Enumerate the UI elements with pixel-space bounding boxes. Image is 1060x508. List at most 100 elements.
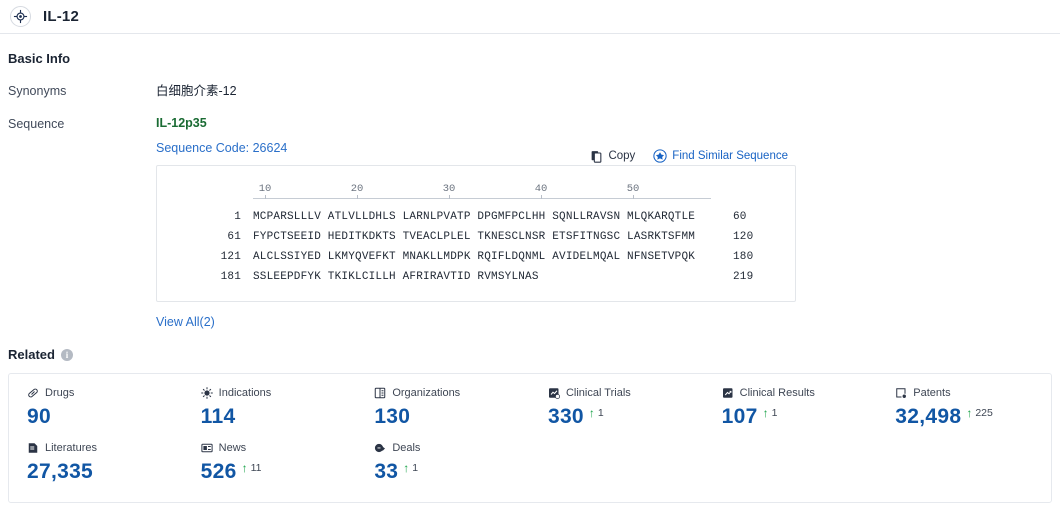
arrow-up-icon: ↑ bbox=[403, 461, 410, 475]
basic-info-heading-label: Basic Info bbox=[8, 51, 71, 66]
sequence-line-start: 181 bbox=[220, 271, 241, 283]
stat-drugs[interactable]: Drugs 90 bbox=[9, 386, 183, 429]
sequence-viewer: 10 20 30 40 50 1 MCPARSLLLV ATLVLLDHLS L… bbox=[156, 165, 796, 302]
stat-label: Clinical Trials bbox=[565, 387, 631, 399]
stat-patents[interactable]: Patents 32,498 ↑ 225 bbox=[877, 386, 1051, 429]
stat-value-row: 330 ↑ 1 bbox=[548, 405, 704, 429]
sequence-line-end: 60 bbox=[733, 211, 747, 223]
sequence-line: 121 ALCLSSIYED LKMYQVEFKT MNAKLLMDPK RQI… bbox=[157, 247, 795, 267]
sequence-value: IL-12p35 Sequence Code: 26624 Copy Find … bbox=[156, 116, 1052, 330]
stat-value-row: 27,335 bbox=[27, 460, 183, 484]
ruler-mark-50 bbox=[633, 195, 634, 199]
related-stats-grid: Drugs 90 Indications 114 Organizations 1… bbox=[9, 386, 1051, 496]
stat-literatures[interactable]: Literatures 27,335 bbox=[9, 441, 183, 484]
stat-value: 32,498 bbox=[895, 405, 962, 428]
synonyms-row: Synonyms 白细胞介素-12 bbox=[8, 83, 1052, 99]
related-heading-label: Related bbox=[8, 347, 55, 362]
find-similar-sequence-button[interactable]: Find Similar Sequence bbox=[653, 148, 788, 164]
stat-clinical-results[interactable]: Clinical Results 107 ↑ 1 bbox=[704, 386, 878, 429]
stat-label: Literatures bbox=[45, 442, 97, 454]
stat-header: Patents bbox=[895, 386, 1051, 400]
page-header: IL-12 bbox=[0, 0, 1060, 34]
stat-delta: ↑ 1 bbox=[763, 407, 778, 420]
stat-delta: ↑ 1 bbox=[403, 462, 418, 475]
stat-header: News bbox=[201, 441, 357, 455]
stat-organizations[interactable]: Organizations 130 bbox=[356, 386, 530, 429]
literature-icon bbox=[27, 442, 39, 454]
stat-header: Clinical Results bbox=[722, 386, 878, 400]
stat-clinical-trials[interactable]: Clinical Trials 330 ↑ 1 bbox=[530, 386, 704, 429]
stat-label: Deals bbox=[392, 442, 421, 454]
stat-label: Organizations bbox=[392, 387, 461, 399]
view-all-link[interactable]: View All(2) bbox=[156, 314, 215, 330]
synonyms-label: Synonyms bbox=[8, 84, 67, 98]
sequence-lines: 1 MCPARSLLLV ATLVLLDHLS LARNLPVATP DPGMF… bbox=[157, 207, 795, 287]
stat-header: Organizations bbox=[374, 386, 530, 400]
stat-header: Drugs bbox=[27, 386, 183, 400]
stat-delta-value: 1 bbox=[597, 407, 604, 419]
arrow-up-icon: ↑ bbox=[588, 406, 595, 420]
sequence-line-body: MCPARSLLLV ATLVLLDHLS LARNLPVATP DPGMFPC… bbox=[253, 211, 696, 223]
news-icon bbox=[201, 442, 213, 454]
ruler-mark-10 bbox=[265, 195, 266, 199]
sequence-line-start: 61 bbox=[227, 231, 241, 243]
stat-deals[interactable]: Deals 33 ↑ 1 bbox=[356, 441, 530, 484]
clinical-result-icon bbox=[722, 387, 734, 399]
sequence-line-end: 120 bbox=[733, 231, 754, 243]
stat-header: Clinical Trials bbox=[548, 386, 704, 400]
sequence-line: 61 FYPCTSEEID HEDITKDKTS TVEACLPLEL TKNE… bbox=[157, 227, 795, 247]
sequence-row: Sequence IL-12p35 Sequence Code: 26624 C… bbox=[8, 116, 1052, 330]
stat-value: 33 bbox=[374, 460, 399, 483]
stat-label: Clinical Results bbox=[739, 387, 815, 399]
synonyms-value: 白细胞介素-12 bbox=[156, 84, 237, 98]
target-icon bbox=[10, 6, 31, 27]
stat-header: Literatures bbox=[27, 441, 183, 455]
stat-delta-value: 11 bbox=[250, 462, 262, 474]
sequence-line-end: 219 bbox=[733, 271, 754, 283]
stat-value-row: 33 ↑ 1 bbox=[374, 460, 530, 484]
arrow-up-icon: ↑ bbox=[966, 406, 973, 420]
sequence-line-body: FYPCTSEEID HEDITKDKTS TVEACLPLEL TKNESCL… bbox=[253, 231, 696, 243]
stat-value: 130 bbox=[374, 405, 411, 428]
stat-label: Indications bbox=[218, 387, 272, 399]
ruler-line bbox=[253, 198, 711, 199]
page-content: Basic Info Synonyms 白细胞介素-12 Sequence IL… bbox=[0, 51, 1060, 503]
basic-info-heading: Basic Info bbox=[8, 51, 1052, 66]
sequence-name: IL-12p35 bbox=[156, 116, 207, 130]
stat-delta-value: 1 bbox=[412, 462, 419, 474]
ruler-mark-40 bbox=[541, 195, 542, 199]
stat-value: 107 bbox=[721, 405, 758, 428]
stat-label: Drugs bbox=[45, 387, 75, 399]
stat-news[interactable]: News 526 ↑ 11 bbox=[183, 441, 357, 484]
sequence-toolbar: Copy Find Similar Sequence bbox=[590, 148, 788, 164]
stat-value: 27,335 bbox=[27, 460, 94, 483]
info-icon[interactable]: i bbox=[60, 348, 73, 361]
virus-icon bbox=[200, 387, 213, 399]
sequence-line-body: ALCLSSIYED LKMYQVEFKT MNAKLLMDPK RQIFLDQ… bbox=[253, 251, 696, 263]
find-similar-label: Find Similar Sequence bbox=[672, 150, 788, 162]
copy-button-label: Copy bbox=[608, 150, 636, 162]
arrow-up-icon: ↑ bbox=[241, 461, 248, 475]
copy-button[interactable]: Copy bbox=[590, 148, 635, 164]
sequence-line: 181 SSLEEPDFYK TKIKLCILLH AFRIRAVTID RVM… bbox=[157, 267, 795, 287]
stat-value-row: 526 ↑ 11 bbox=[201, 460, 357, 484]
sequence-line-body: SSLEEPDFYK TKIKLCILLH AFRIRAVTID RVMSYLN… bbox=[253, 271, 539, 283]
stat-delta-value: 1 bbox=[771, 407, 778, 419]
stat-value-row: 90 bbox=[27, 405, 183, 429]
stat-value-row: 114 bbox=[201, 405, 357, 429]
stat-indications[interactable]: Indications 114 bbox=[183, 386, 357, 429]
stat-label: News bbox=[218, 442, 247, 454]
related-heading: Related i bbox=[8, 347, 1052, 362]
sequence-line: 1 MCPARSLLLV ATLVLLDHLS LARNLPVATP DPGMF… bbox=[157, 207, 795, 227]
stat-label: Patents bbox=[913, 387, 951, 399]
stat-delta-value: 225 bbox=[975, 407, 993, 419]
sequence-label: Sequence bbox=[8, 117, 65, 131]
deal-icon bbox=[374, 442, 386, 454]
page-title: IL-12 bbox=[43, 8, 80, 25]
stat-value: 90 bbox=[27, 405, 51, 428]
copy-icon bbox=[590, 150, 603, 163]
patent-icon bbox=[895, 387, 907, 399]
sequence-ruler: 10 20 30 40 50 bbox=[253, 181, 711, 207]
building-icon bbox=[374, 387, 386, 399]
arrow-up-icon: ↑ bbox=[762, 406, 769, 420]
